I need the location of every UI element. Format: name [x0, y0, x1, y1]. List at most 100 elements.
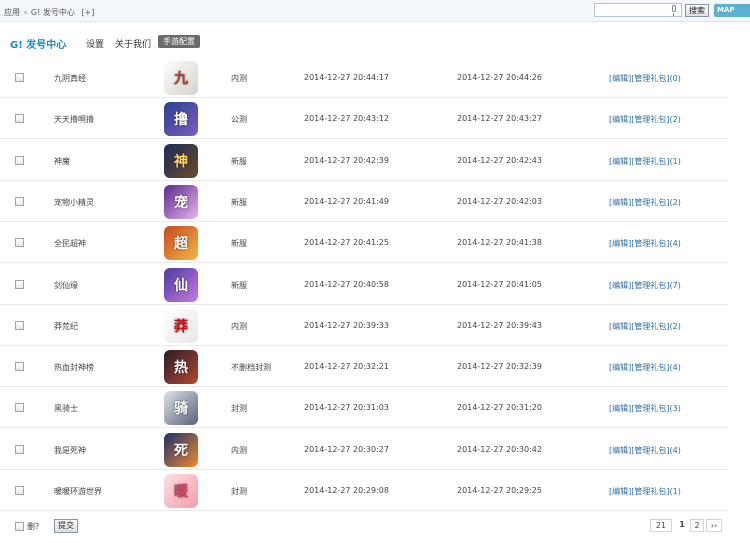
row-actions: [编辑][管理礼包](2) — [609, 114, 681, 125]
row-actions: [编辑][管理礼包](4) — [609, 238, 681, 249]
icon-glyph: 神 — [174, 153, 188, 170]
manage-gifts-link[interactable]: [管理礼包] — [631, 281, 669, 290]
updated-time: 2014-12-27 20:32:39 — [457, 362, 542, 372]
edit-link[interactable]: [编辑] — [609, 157, 631, 166]
microphone-icon[interactable] — [672, 5, 676, 16]
row-actions: [编辑][管理礼包](2) — [609, 321, 681, 332]
breadcrumb-separator: » — [23, 8, 28, 17]
manage-gifts-link[interactable]: [管理礼包] — [631, 446, 669, 455]
delete-label: 删? — [27, 522, 40, 531]
manage-gifts-link[interactable]: [管理礼包] — [631, 487, 669, 496]
row-actions: [编辑][管理礼包](4) — [609, 445, 681, 456]
game-status: 新服 — [231, 156, 247, 166]
manage-gifts-link[interactable]: [管理礼包] — [631, 198, 669, 207]
row-checkbox[interactable] — [15, 279, 24, 289]
created-time: 2014-12-27 20:43:12 — [304, 114, 389, 124]
game-name: 莽荒纪 — [54, 321, 78, 331]
breadcrumb-add-link[interactable]: [+] — [81, 8, 94, 17]
edit-link[interactable]: [编辑] — [609, 115, 631, 124]
breadcrumb-app[interactable]: 应用 — [4, 8, 20, 17]
row-checkbox[interactable] — [15, 444, 24, 454]
nav-about-us[interactable]: 关于我们 — [115, 37, 151, 50]
created-time: 2014-12-27 20:41:49 — [304, 196, 389, 206]
search-input[interactable] — [595, 4, 665, 16]
game-status: 内测 — [231, 445, 247, 455]
quanmin-chaoshen-icon: 超 — [164, 226, 198, 261]
page-link-2[interactable]: 2 — [690, 519, 704, 532]
manghuangji-icon: 莽 — [164, 308, 198, 343]
search-button[interactable]: 搜索 — [685, 4, 709, 17]
row-checkbox[interactable] — [15, 238, 24, 248]
nuannuan-icon: 暖 — [164, 474, 198, 508]
manage-gifts-link[interactable]: [管理礼包] — [631, 404, 669, 413]
map-button[interactable]: MAP — [714, 4, 750, 17]
updated-time: 2014-12-27 20:43:27 — [457, 114, 542, 124]
game-name: 暖暖环游世界 — [54, 487, 102, 496]
table-row: 黑骑士 骑 封测 2014-12-27 20:31:03 2014-12-27 20:3… — [0, 387, 728, 429]
edit-link[interactable]: [编辑] — [609, 74, 631, 83]
table-row: 天天撸啊撸 撸 公测 2014-12-27 20:43:12 2014-12-27 20… — [0, 98, 728, 140]
game-status: 不删档封测 — [231, 363, 271, 373]
icon-glyph: 宠 — [174, 194, 188, 211]
next-page-button[interactable]: ›› — [706, 519, 722, 532]
icon-glyph: 莽 — [174, 318, 188, 335]
table-row: 九阴真经 九 内测 2014-12-27 20:44:17 2014-12-27 20:… — [0, 57, 728, 98]
icon-glyph: 超 — [174, 236, 188, 253]
updated-time: 2014-12-27 20:42:03 — [457, 196, 542, 206]
updated-time: 2014-12-27 20:41:38 — [457, 238, 542, 248]
select-all-checkbox[interactable] — [15, 522, 24, 531]
row-actions: [编辑][管理礼包](2) — [609, 197, 681, 208]
bleach-icon: 死 — [164, 432, 198, 467]
icon-glyph: 热 — [174, 360, 188, 377]
updated-time: 2014-12-27 20:30:42 — [457, 444, 542, 454]
updated-time: 2014-12-27 20:42:43 — [457, 155, 542, 165]
manage-gifts-link[interactable]: [管理礼包] — [631, 363, 669, 372]
game-status: 封测 — [231, 404, 247, 414]
edit-link[interactable]: [编辑] — [609, 239, 631, 248]
icon-glyph: 死 — [174, 442, 188, 459]
row-checkbox[interactable] — [15, 114, 24, 124]
row-checkbox[interactable] — [15, 320, 24, 330]
created-time: 2014-12-27 20:41:25 — [304, 238, 389, 248]
manage-gifts-link[interactable]: [管理礼包] — [631, 74, 669, 83]
created-time: 2014-12-27 20:39:33 — [304, 320, 389, 330]
manage-gifts-link[interactable]: [管理礼包] — [631, 322, 669, 331]
manage-gifts-link[interactable]: [管理礼包] — [631, 157, 669, 166]
row-checkbox[interactable] — [15, 486, 24, 495]
black-knight-icon: 骑 — [164, 391, 198, 426]
app-title[interactable]: G! 发号中心 — [10, 36, 66, 51]
edit-link[interactable]: [编辑] — [609, 198, 631, 207]
gift-count: (0) — [669, 74, 681, 83]
updated-time: 2014-12-27 20:31:20 — [457, 403, 542, 413]
edit-link[interactable]: [编辑] — [609, 322, 631, 331]
game-status: 内测 — [231, 74, 247, 83]
gift-count: (1) — [669, 487, 681, 496]
manage-gifts-link[interactable]: [管理礼包] — [631, 115, 669, 124]
gift-count: (4) — [669, 445, 681, 455]
shenmo-icon: 神 — [164, 143, 198, 178]
row-checkbox[interactable] — [15, 196, 24, 206]
updated-time: 2014-12-27 20:44:26 — [457, 73, 542, 82]
manage-gifts-link[interactable]: [管理礼包] — [631, 239, 669, 248]
edit-link[interactable]: [编辑] — [609, 281, 631, 290]
tiantian-luluu-icon: 撸 — [164, 102, 198, 137]
game-name: 神魔 — [54, 156, 70, 166]
jianxianyuan-icon: 仙 — [164, 267, 198, 302]
row-checkbox[interactable] — [15, 362, 24, 372]
edit-link[interactable]: [编辑] — [609, 363, 631, 372]
table-footer: 删? 提交 21 1 2 ›› — [0, 514, 750, 542]
edit-link[interactable]: [编辑] — [609, 404, 631, 413]
row-checkbox[interactable] — [15, 403, 24, 413]
row-checkbox[interactable] — [15, 155, 24, 165]
nav-settings[interactable]: 设置 — [86, 37, 104, 50]
breadcrumb-current[interactable]: G! 发号中心 — [31, 8, 75, 17]
icon-glyph: 九 — [174, 71, 188, 87]
edit-link[interactable]: [编辑] — [609, 446, 631, 455]
gift-count: (1) — [669, 156, 681, 166]
sub-nav: G! 发号中心 设置 关于我们 手游配置 — [0, 30, 750, 52]
edit-link[interactable]: [编辑] — [609, 487, 631, 496]
rexue-fengshen-icon: 热 — [164, 350, 198, 385]
row-checkbox[interactable] — [15, 73, 24, 82]
nav-mobile-game-config[interactable]: 手游配置 — [158, 35, 200, 48]
submit-button[interactable]: 提交 — [54, 519, 78, 533]
